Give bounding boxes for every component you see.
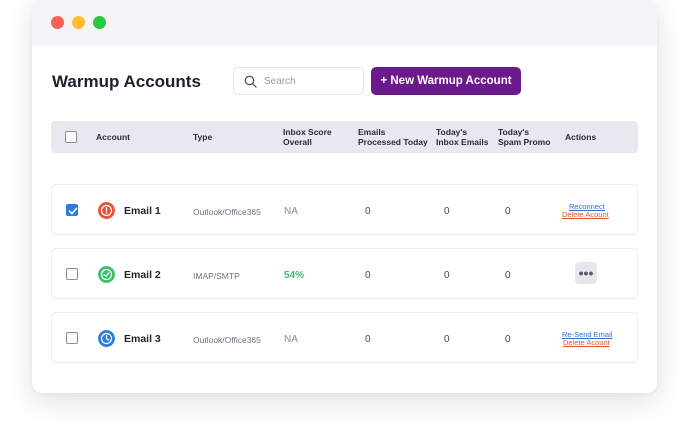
emails-processed: 0: [365, 206, 371, 217]
maximize-window-button[interactable]: [93, 16, 106, 29]
column-header-inbox-score-line1: Inbox Score: [283, 127, 332, 137]
inbox-score: NA: [284, 206, 298, 217]
row-checkbox[interactable]: [66, 332, 78, 344]
account-type: Outlook/Office365: [193, 335, 261, 345]
app-window: Warmup Accounts + New Warmup Account Acc…: [32, 0, 657, 393]
select-all-checkbox[interactable]: [65, 131, 77, 143]
spam-promo: 0: [505, 270, 511, 281]
inbox-emails: 0: [444, 206, 450, 217]
account-type: IMAP/SMTP: [193, 271, 240, 281]
inbox-emails: 0: [444, 334, 450, 345]
check-circle-icon: [98, 266, 115, 283]
table-header: Account Type Inbox Score Overall Emails …: [51, 121, 638, 153]
spam-promo: 0: [505, 334, 511, 345]
page-title: Warmup Accounts: [52, 72, 201, 91]
account-name: Email 2: [124, 269, 161, 281]
title-bar: [32, 0, 657, 46]
search-input[interactable]: [264, 72, 360, 91]
table-row: Email 2 IMAP/SMTP 54% 0 0 0 •••: [51, 248, 638, 299]
inbox-score: 54%: [284, 270, 305, 281]
column-header-actions: Actions: [565, 132, 597, 142]
inbox-score: NA: [284, 334, 298, 345]
column-header-emails-processed-line1: Emails: [358, 127, 386, 137]
checkmark-icon: [68, 207, 78, 215]
clock-icon: [98, 330, 115, 347]
column-header-account: Account: [96, 132, 130, 142]
table-row: Email 3 Outlook/Office365 NA 0 0 0 Re-Se…: [51, 312, 638, 363]
error-icon: [98, 202, 115, 219]
emails-processed: 0: [365, 334, 371, 345]
search-icon: [244, 75, 257, 88]
row-checkbox[interactable]: [66, 204, 78, 216]
account-name: Email 3: [124, 333, 161, 345]
table-row: Email 1 Outlook/Office365 NA 0 0 0 Recon…: [51, 184, 638, 235]
account-type: Outlook/Office365: [193, 207, 261, 217]
column-header-inbox-emails-line2: Inbox Emails: [436, 136, 489, 147]
column-header-type: Type: [193, 132, 213, 142]
column-header-inbox-emails-line1: Today's: [436, 127, 468, 137]
column-header-inbox-score: Inbox Score Overall: [283, 127, 332, 147]
search-box[interactable]: [233, 67, 364, 95]
spam-promo: 0: [505, 206, 511, 217]
delete-account-link[interactable]: Delete Acount: [562, 210, 609, 219]
delete-account-link[interactable]: Delete Acount: [563, 338, 610, 347]
column-header-inbox-score-line2: Overall: [283, 136, 312, 147]
account-name: Email 1: [124, 205, 161, 217]
more-actions-button[interactable]: •••: [575, 262, 597, 284]
column-header-spam-promo: Today's Spam Promo: [498, 127, 551, 147]
column-header-emails-processed-line2: Processed Today: [358, 136, 428, 147]
close-window-button[interactable]: [51, 16, 64, 29]
column-header-inbox-emails: Today's Inbox Emails: [436, 127, 489, 147]
minimize-window-button[interactable]: [72, 16, 85, 29]
inbox-emails: 0: [444, 270, 450, 281]
column-header-emails-processed: Emails Processed Today: [358, 127, 428, 147]
row-checkbox[interactable]: [66, 268, 78, 280]
column-header-spam-promo-line2: Spam Promo: [498, 136, 551, 147]
column-header-spam-promo-line1: Today's: [498, 127, 530, 137]
new-warmup-account-button[interactable]: + New Warmup Account: [371, 67, 521, 95]
emails-processed: 0: [365, 270, 371, 281]
